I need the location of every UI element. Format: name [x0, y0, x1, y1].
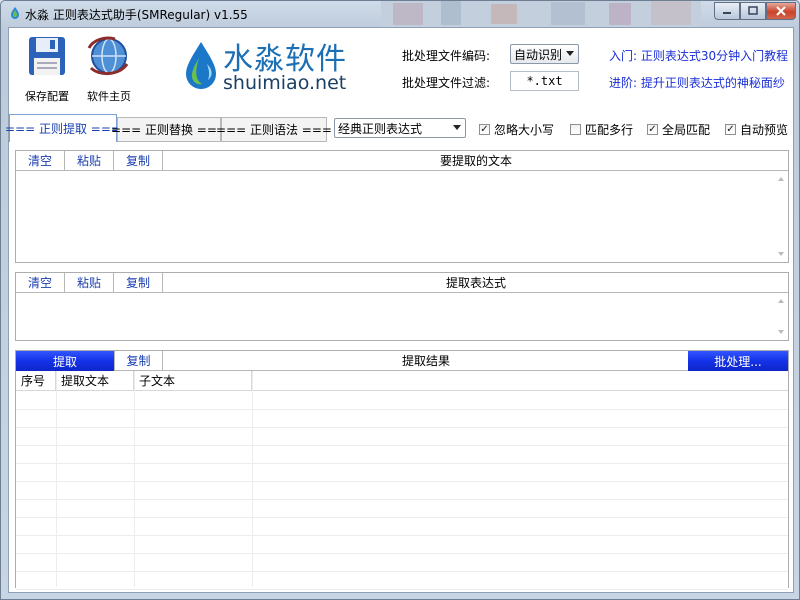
encoding-value: 自动识别	[514, 47, 563, 62]
maximize-icon	[748, 6, 758, 15]
table-row	[16, 571, 788, 590]
floppy-disk-icon	[29, 37, 65, 75]
expression-caption: 提取表达式	[445, 276, 506, 290]
result-table[interactable]: 序号 提取文本 子文本	[16, 371, 788, 590]
extract-button[interactable]: 提取	[16, 351, 114, 371]
intro-tutorial-link[interactable]: 入门: 正则表达式30分钟入门教程	[609, 47, 788, 64]
expression-input[interactable]	[16, 293, 774, 340]
source-paste-button[interactable]: 粘贴	[65, 151, 114, 170]
table-row	[16, 409, 788, 428]
water-drop-logo-icon	[186, 42, 216, 89]
expression-clear-button[interactable]: 清空	[16, 273, 65, 292]
result-table-header: 序号 提取文本 子文本	[16, 371, 788, 391]
chevron-down-icon	[453, 125, 461, 130]
tab-extract[interactable]: === 正则提取 ===	[5, 114, 121, 142]
checkbox[interactable]	[647, 124, 658, 135]
expression-scrollbar[interactable]	[774, 293, 788, 340]
table-row	[16, 463, 788, 482]
main-pane: 保存配置 软件主页 水淼软件 shuimiao.net 批处理文件编码: 自动识…	[5, 28, 793, 592]
option-ignore-case[interactable]: 忽略大小写	[479, 121, 554, 138]
expression-bar: 清空 粘贴 复制 提取表达式	[16, 273, 788, 293]
title-bar[interactable]: 水淼 正则表达式助手(SMRegular) v1.55	[1, 1, 800, 27]
save-config-button[interactable]: 保存配置	[17, 32, 77, 103]
checkbox[interactable]	[570, 124, 581, 135]
close-icon	[776, 6, 786, 16]
header-area: 保存配置 软件主页 水淼软件 shuimiao.net 批处理文件编码: 自动识…	[9, 28, 793, 112]
homepage-button[interactable]: 软件主页	[79, 32, 139, 103]
option-label: 自动预览	[740, 123, 789, 137]
encoding-label: 批处理文件编码:	[402, 49, 491, 63]
window-title: 水淼 正则表达式助手(SMRegular) v1.55	[25, 8, 248, 22]
app-icon	[11, 7, 19, 19]
save-config-label: 保存配置	[25, 90, 69, 103]
maximize-button[interactable]	[740, 2, 766, 20]
expression-paste-button[interactable]: 粘贴	[65, 273, 114, 292]
advanced-tutorial-link[interactable]: 进阶: 提升正则表达式的神秘面纱	[609, 74, 785, 91]
expression-copy-button[interactable]: 复制	[114, 273, 163, 292]
table-row	[16, 427, 788, 446]
brand-domain: shuimiao.net	[223, 72, 347, 94]
chevron-down-icon	[566, 51, 574, 56]
filter-label: 批处理文件过滤:	[402, 76, 491, 90]
result-section: 提取 复制 提取结果 批处理... 序号 提取文本 子文本	[15, 350, 789, 590]
table-row	[16, 391, 788, 410]
client-area: 保存配置 软件主页 水淼软件 shuimiao.net 批处理文件编码: 自动识…	[5, 27, 794, 593]
option-label: 全局匹配	[662, 123, 711, 137]
source-text-section: 清空 粘贴 复制 要提取的文本	[15, 150, 789, 263]
tab-replace[interactable]: === 正则替换 ===	[111, 117, 227, 142]
scroll-down-icon	[778, 330, 784, 334]
source-text-bar: 清空 粘贴 复制 要提取的文本	[16, 151, 788, 171]
option-label: 忽略大小写	[494, 123, 555, 137]
result-caption: 提取结果	[401, 354, 450, 368]
batch-process-button[interactable]: 批处理...	[688, 351, 788, 371]
source-text-area[interactable]	[16, 171, 774, 262]
column-header-match[interactable]: 提取文本	[56, 371, 134, 390]
minimize-icon	[723, 12, 731, 14]
source-scrollbar[interactable]	[774, 171, 788, 262]
result-bar: 提取 复制 提取结果 批处理...	[16, 351, 788, 371]
table-row	[16, 553, 788, 572]
homepage-label: 软件主页	[87, 90, 131, 103]
table-row	[16, 445, 788, 464]
globe-icon	[87, 36, 129, 75]
scroll-up-icon	[778, 177, 784, 181]
option-auto-preview[interactable]: 自动预览	[725, 121, 788, 138]
scroll-down-icon	[778, 252, 784, 256]
regex-type-select[interactable]: 经典正则表达式	[334, 118, 466, 138]
source-clear-button[interactable]: 清空	[16, 151, 65, 170]
table-row	[16, 517, 788, 536]
option-multiline[interactable]: 匹配多行	[570, 121, 633, 138]
checkbox[interactable]	[479, 124, 490, 135]
encoding-select[interactable]: 自动识别	[510, 44, 579, 64]
table-row	[16, 499, 788, 518]
column-header-index[interactable]: 序号	[16, 371, 56, 390]
option-global[interactable]: 全局匹配	[647, 121, 710, 138]
source-copy-button[interactable]: 复制	[114, 151, 163, 170]
tab-syntax[interactable]: === 正则语法 ===	[216, 117, 332, 142]
source-text-caption: 要提取的文本	[439, 154, 512, 168]
table-row	[16, 481, 788, 500]
expression-section: 清空 粘贴 复制 提取表达式	[15, 272, 789, 341]
result-copy-button[interactable]: 复制	[114, 351, 163, 370]
app-window: 水淼 正则表达式助手(SMRegular) v1.55 保存配置 软件主页 水淼…	[0, 0, 800, 600]
option-label: 匹配多行	[585, 123, 634, 137]
table-row	[16, 535, 788, 554]
title-bar-decoration	[381, 1, 701, 27]
close-button[interactable]	[766, 2, 796, 20]
regex-type-value: 经典正则表达式	[338, 121, 423, 136]
filter-input[interactable]: *.txt	[510, 71, 579, 91]
scroll-up-icon	[778, 299, 784, 303]
minimize-button[interactable]	[714, 2, 740, 20]
column-header-subtext[interactable]: 子文本	[134, 371, 252, 390]
checkbox[interactable]	[725, 124, 736, 135]
